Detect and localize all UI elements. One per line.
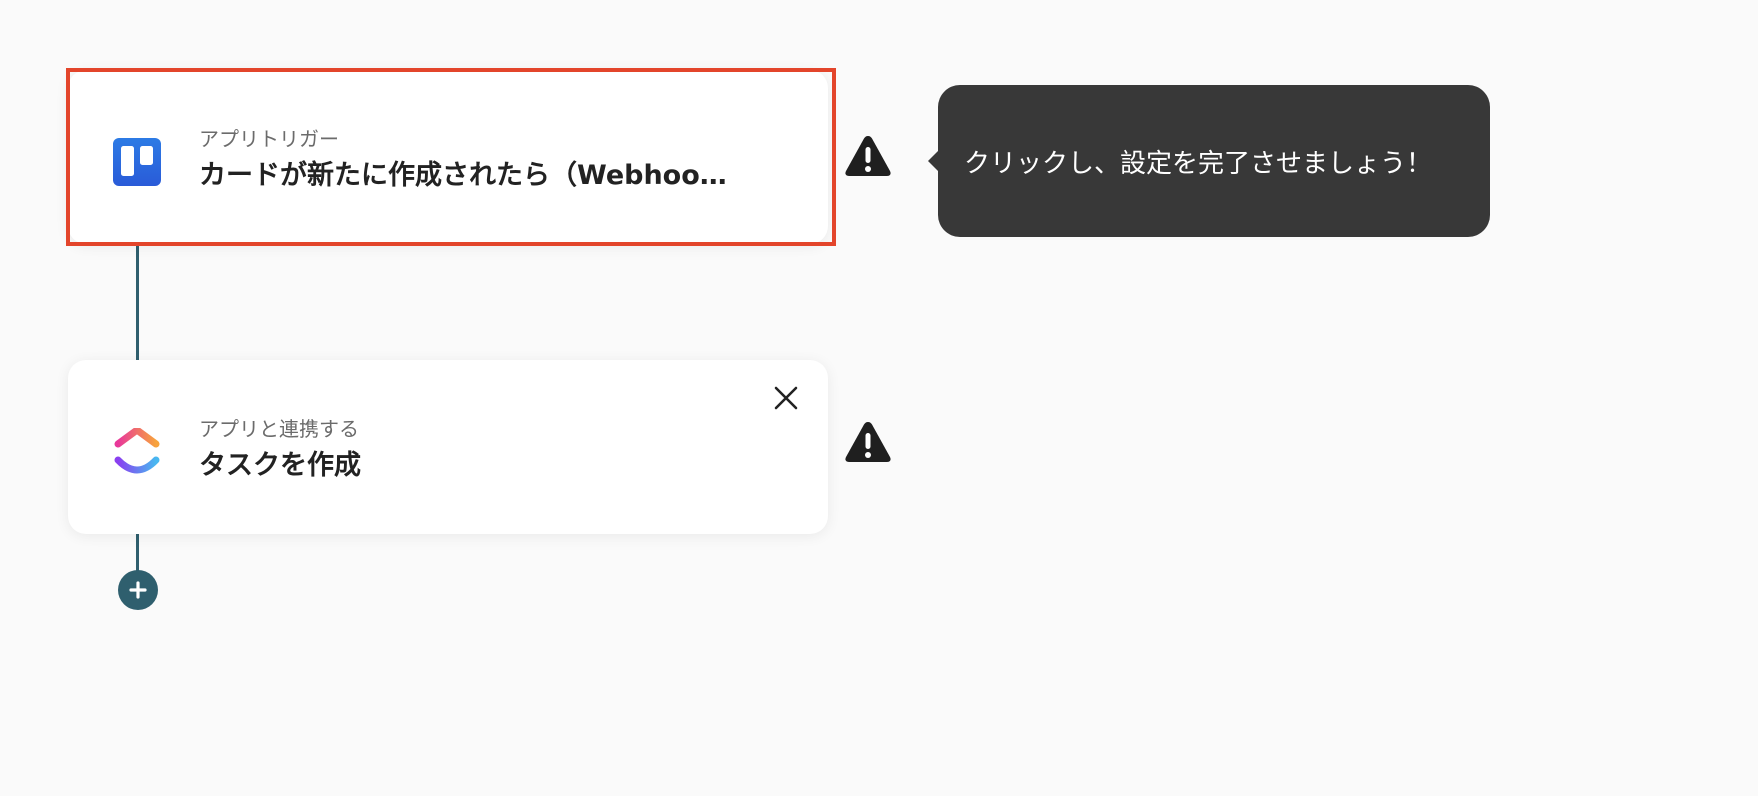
flow-connector-bottom bbox=[136, 534, 139, 572]
action-step-title: タスクを作成 bbox=[199, 450, 361, 481]
setup-tooltip-text: クリックし、設定を完了させましょう！ bbox=[964, 148, 1433, 179]
trigger-step-subtitle: アプリトリガー bbox=[199, 127, 339, 151]
trigger-step-text: アプリトリガー カードが新たに作成されたら（Webhook） bbox=[199, 126, 739, 194]
action-step-text: アプリと連携する タスクを作成 bbox=[199, 416, 739, 484]
plus-icon bbox=[129, 581, 147, 599]
warning-icon bbox=[845, 136, 891, 176]
flow-connector-top bbox=[136, 244, 139, 360]
warning-icon bbox=[845, 422, 891, 462]
trigger-step-title: カードが新たに作成されたら（Webhook） bbox=[199, 160, 739, 191]
close-icon[interactable] bbox=[770, 382, 802, 414]
setup-tooltip: クリックし、設定を完了させましょう！ bbox=[928, 85, 1490, 237]
action-step-card[interactable]: アプリと連携する タスクを作成 bbox=[68, 360, 828, 534]
trello-icon bbox=[113, 138, 161, 186]
clickup-icon bbox=[114, 428, 160, 474]
trigger-step-card[interactable]: アプリトリガー カードが新たに作成されたら（Webhook） bbox=[68, 70, 828, 244]
action-step-subtitle: アプリと連携する bbox=[199, 417, 359, 441]
add-step-button[interactable] bbox=[118, 570, 158, 610]
